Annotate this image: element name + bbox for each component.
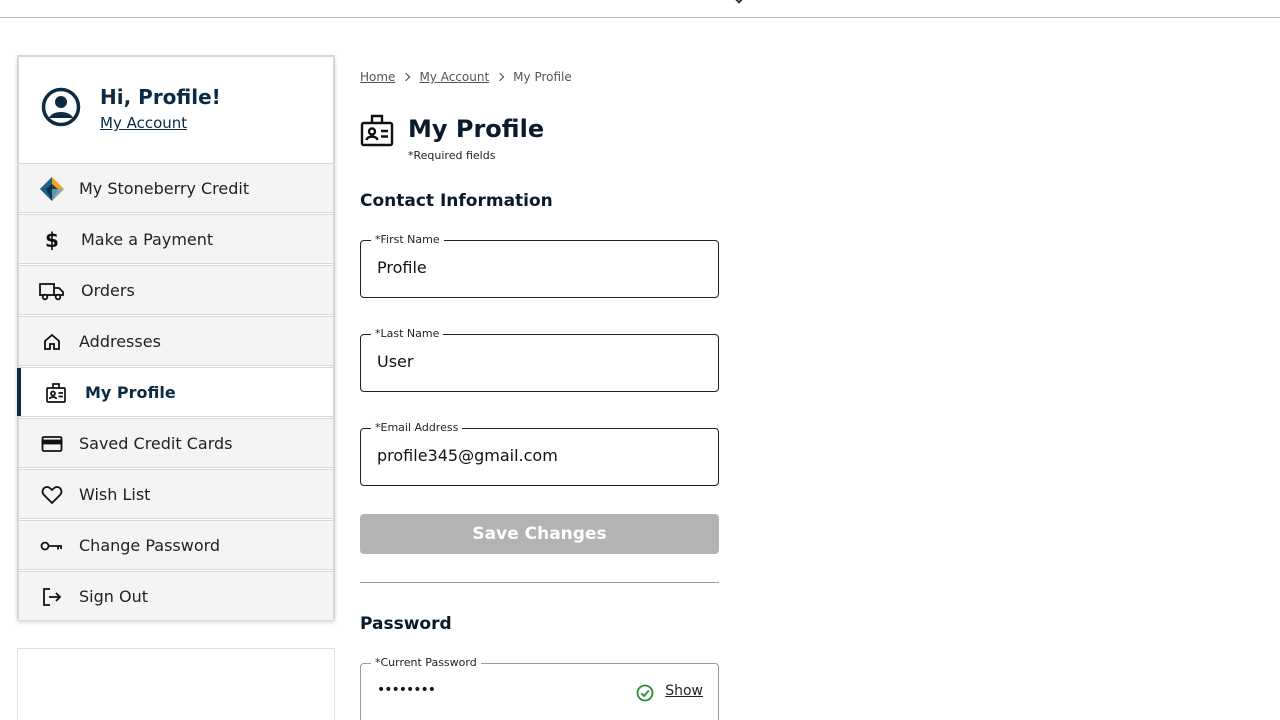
- sidebar-item-label: Change Password: [79, 536, 221, 555]
- chevron-right-icon: [495, 72, 505, 82]
- sidebar-item-sign-out[interactable]: Sign Out: [19, 571, 333, 621]
- sidebar-promo-panel: [17, 648, 335, 720]
- chevron-right-icon: [402, 72, 411, 82]
- sidebar-item-label: Wish List: [79, 485, 151, 504]
- current-password-input[interactable]: [377, 682, 627, 698]
- first-name-field: *First Name: [360, 233, 719, 298]
- sidebar-item-label: My Profile: [85, 383, 176, 402]
- email-field: *Email Address: [360, 421, 719, 486]
- sidebar-item-orders[interactable]: Orders: [19, 265, 333, 315]
- breadcrumb-current: My Profile: [513, 70, 572, 84]
- stoneberry-logo-icon: [39, 177, 65, 201]
- home-icon: [39, 330, 65, 354]
- sidebar-item-change-password[interactable]: Change Password: [19, 520, 333, 570]
- sidebar-item-addresses[interactable]: Addresses: [19, 316, 333, 366]
- last-name-label: *Last Name: [371, 327, 444, 340]
- sidebar-item-stoneberry-credit[interactable]: My Stoneberry Credit: [19, 163, 333, 213]
- required-fields-note: *Required fields: [408, 149, 496, 162]
- sidebar-item-make-payment[interactable]: $ Make a Payment: [19, 214, 333, 264]
- show-password-toggle[interactable]: Show: [665, 683, 703, 699]
- truck-icon: [39, 279, 65, 303]
- sidebar-item-label: Saved Credit Cards: [79, 434, 233, 453]
- save-changes-button[interactable]: Save Changes: [360, 514, 719, 554]
- section-divider: [360, 582, 719, 583]
- user-avatar-icon: [41, 87, 81, 127]
- check-circle-icon: [636, 684, 654, 702]
- sidebar-item-label: Addresses: [79, 332, 161, 351]
- last-name-input[interactable]: [377, 352, 627, 371]
- greeting-title: Hi, Profile!: [100, 85, 221, 109]
- first-name-input[interactable]: [377, 258, 627, 277]
- id-badge-icon: [43, 381, 69, 405]
- sidebar-item-label: Sign Out: [79, 587, 148, 606]
- sidebar-item-saved-cards[interactable]: Saved Credit Cards: [19, 418, 333, 468]
- key-icon: [39, 534, 65, 558]
- current-password-label: *Current Password: [371, 656, 481, 669]
- greeting-panel: Hi, Profile! My Account: [19, 57, 333, 164]
- email-label: *Email Address: [371, 421, 463, 434]
- current-password-field: *Current Password Show: [360, 656, 719, 720]
- contact-info-heading: Contact Information: [360, 191, 553, 211]
- first-name-label: *First Name: [371, 233, 444, 246]
- sidebar-item-label: Make a Payment: [81, 230, 214, 249]
- last-name-field: *Last Name: [360, 327, 719, 392]
- password-heading: Password: [360, 614, 452, 634]
- id-badge-icon: [360, 114, 394, 147]
- account-sidebar: Hi, Profile! My Account My Stoneberry Cr…: [17, 55, 335, 621]
- breadcrumb: Home My Account My Profile: [360, 70, 572, 84]
- heart-icon: [39, 483, 65, 507]
- sidebar-item-wish-list[interactable]: Wish List: [19, 469, 333, 519]
- email-input[interactable]: [377, 446, 627, 465]
- sidebar-item-label: Orders: [81, 281, 135, 300]
- breadcrumb-home[interactable]: Home: [360, 70, 395, 84]
- page-title: My Profile: [408, 115, 545, 143]
- sign-out-icon: [39, 585, 65, 609]
- chevron-down-icon[interactable]: [733, 0, 745, 4]
- sidebar-item-my-profile[interactable]: My Profile: [17, 367, 333, 417]
- breadcrumb-my-account[interactable]: My Account: [419, 70, 489, 84]
- my-account-link[interactable]: My Account: [100, 114, 187, 132]
- dollar-icon: $: [45, 228, 59, 252]
- credit-card-icon: [39, 432, 65, 456]
- sidebar-item-label: My Stoneberry Credit: [79, 179, 250, 198]
- header-divider: [0, 17, 1280, 18]
